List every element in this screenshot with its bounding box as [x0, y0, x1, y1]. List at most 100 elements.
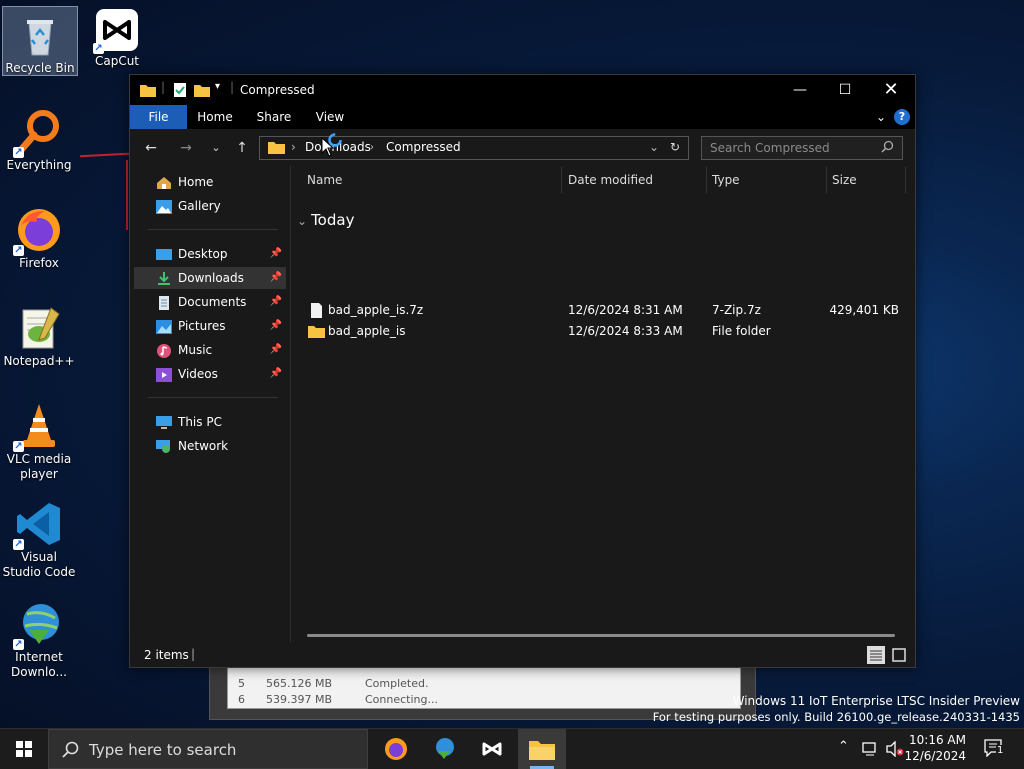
column-header-type[interactable]: Type: [712, 165, 740, 195]
volume-muted-icon[interactable]: [886, 740, 904, 760]
sidebar-item-label: Network: [178, 439, 229, 453]
notification-center-icon[interactable]: 1: [984, 739, 1005, 760]
title-bar[interactable]: | ▾ | Compressed — ☐ ✕: [130, 75, 915, 105]
help-icon[interactable]: ?: [894, 109, 910, 125]
tab-share[interactable]: Share: [248, 105, 300, 129]
tab-home[interactable]: Home: [190, 105, 240, 129]
horizontal-scrollbar[interactable]: [307, 634, 895, 637]
pin-icon[interactable]: 📌: [270, 243, 282, 265]
column-divider[interactable]: [561, 167, 562, 193]
forward-arrow-icon[interactable]: →: [176, 138, 196, 158]
sidebar-item-videos[interactable]: Videos 📌: [134, 363, 286, 385]
pin-icon[interactable]: 📌: [270, 363, 282, 385]
column-header-size[interactable]: Size: [832, 165, 857, 195]
divider: [148, 229, 278, 230]
column-divider[interactable]: [905, 167, 906, 193]
desktop-icon-label: VLC media player: [6, 452, 72, 481]
file-explorer-window[interactable]: | ▾ | Compressed — ☐ ✕ File Home Share V…: [129, 74, 916, 668]
table-row[interactable]: bad_apple_is 12/6/2024 8:33 AM File fold…: [291, 321, 915, 342]
sidebar-item-label: Desktop: [178, 247, 228, 261]
network-icon: [156, 439, 172, 453]
pin-icon[interactable]: 📌: [270, 339, 282, 361]
status-bar: 2 items |: [130, 643, 915, 667]
maximize-button[interactable]: ☐: [822, 75, 868, 105]
capcut-icon: [482, 742, 502, 756]
network-icon[interactable]: [862, 741, 878, 760]
group-header[interactable]: ⌄ Today: [297, 211, 354, 229]
file-list: Name Date modified Type Size ⌄ Today bad_…: [291, 165, 915, 643]
pin-icon[interactable]: 📌: [270, 315, 282, 337]
sidebar-item-home[interactable]: Home: [134, 171, 286, 193]
window-title: Compressed: [240, 83, 315, 97]
desktop-icon-label: Notepad++: [3, 354, 75, 368]
details-view-icon[interactable]: [867, 646, 885, 664]
sidebar-item-desktop[interactable]: Desktop 📌: [134, 243, 286, 265]
address-dropdown-chevron-icon[interactable]: ⌄: [649, 140, 659, 154]
column-divider[interactable]: [826, 167, 827, 193]
show-hidden-icons-chevron-icon[interactable]: ⌃: [838, 739, 849, 754]
internet-download-manager-icon: ↗: [13, 600, 63, 650]
desktop-icon-everything[interactable]: ↗ Everything: [2, 108, 76, 173]
properties-icon[interactable]: [173, 82, 187, 101]
taskbar-search-placeholder: Type here to search: [89, 741, 237, 759]
capcut-icon: ↗: [93, 8, 139, 54]
shortcut-arrow-icon: ↗: [13, 147, 24, 158]
customize-quick-access-icon[interactable]: ▾: [215, 81, 220, 92]
desktop-icon-capcut[interactable]: ↗ CapCut: [80, 8, 154, 69]
tab-file[interactable]: File: [130, 105, 187, 129]
column-header-date[interactable]: Date modified: [568, 165, 653, 195]
taskbar-idm[interactable]: [420, 729, 468, 769]
taskbar-search-input[interactable]: Type here to search: [48, 729, 368, 769]
sidebar-item-music[interactable]: Music 📌: [134, 339, 286, 361]
taskbar-firefox[interactable]: [372, 729, 420, 769]
folder-icon: [268, 140, 285, 157]
desktop-icon-vscode[interactable]: ↗ Visual Studio Code: [2, 500, 76, 580]
new-folder-icon[interactable]: [193, 82, 211, 101]
breadcrumb-chevron-icon[interactable]: ›: [291, 140, 296, 154]
folder-icon: [308, 324, 325, 345]
back-arrow-icon[interactable]: ←: [141, 138, 161, 158]
desktop-icon-idm[interactable]: ↗ Internet Downlo...: [2, 600, 76, 680]
up-arrow-icon[interactable]: ↑: [232, 138, 252, 158]
column-header-name[interactable]: Name: [307, 165, 342, 195]
notepadpp-icon: [15, 304, 63, 352]
desktop-icon-recycle-bin[interactable]: Recycle Bin: [2, 6, 78, 76]
large-icons-view-icon[interactable]: [890, 646, 908, 664]
minimize-button[interactable]: —: [777, 75, 823, 105]
shortcut-arrow-icon: ↗: [93, 43, 104, 54]
search-input[interactable]: Search Compressed: [701, 136, 903, 160]
breadcrumb-chevron-icon[interactable]: ›: [370, 142, 374, 153]
recent-locations-chevron-icon[interactable]: ⌄: [206, 138, 226, 158]
pin-icon[interactable]: 📌: [270, 267, 282, 289]
sidebar-item-pictures[interactable]: Pictures 📌: [134, 315, 286, 337]
desktop-icon-firefox[interactable]: ↗ Firefox: [2, 206, 76, 271]
close-button[interactable]: ✕: [868, 75, 914, 105]
start-button[interactable]: [0, 729, 48, 769]
file-type: 7-Zip.7z: [712, 303, 761, 317]
sidebar-item-label: Gallery: [178, 199, 221, 213]
taskbar-file-explorer[interactable]: [518, 729, 566, 769]
tab-view[interactable]: View: [306, 105, 354, 129]
row-number: 6: [238, 693, 245, 706]
sidebar-item-network[interactable]: Network: [134, 435, 286, 457]
sidebar-item-documents[interactable]: Documents 📌: [134, 291, 286, 313]
desktop-icon-vlc[interactable]: ↗ VLC media player: [2, 402, 76, 482]
vlc-cone-icon: ↗: [13, 402, 63, 452]
desktop-icon-notepadpp[interactable]: Notepad++: [2, 304, 76, 369]
vscode-icon: ↗: [13, 500, 63, 550]
sidebar-item-downloads[interactable]: Downloads 📌: [134, 267, 286, 289]
column-divider[interactable]: [706, 167, 707, 193]
sidebar-item-this-pc[interactable]: This PC: [134, 411, 286, 433]
table-row[interactable]: bad_apple_is.7z 12/6/2024 8:31 AM 7-Zip.…: [291, 300, 915, 321]
taskbar-capcut[interactable]: [468, 729, 516, 769]
item-count: 2 items: [144, 648, 189, 662]
collapse-chevron-icon[interactable]: ⌄: [297, 214, 307, 228]
sidebar-item-gallery[interactable]: Gallery: [134, 195, 286, 217]
pin-icon[interactable]: 📌: [270, 291, 282, 313]
separator: |: [161, 80, 166, 94]
expand-ribbon-chevron-icon[interactable]: ⌄: [872, 105, 890, 129]
breadcrumb-compressed[interactable]: Compressed: [386, 140, 461, 154]
row-size: 565.126 MB: [266, 677, 333, 690]
refresh-icon[interactable]: ↻: [670, 140, 680, 154]
taskbar-clock[interactable]: 10:16 AM 12/6/2024: [904, 732, 966, 764]
